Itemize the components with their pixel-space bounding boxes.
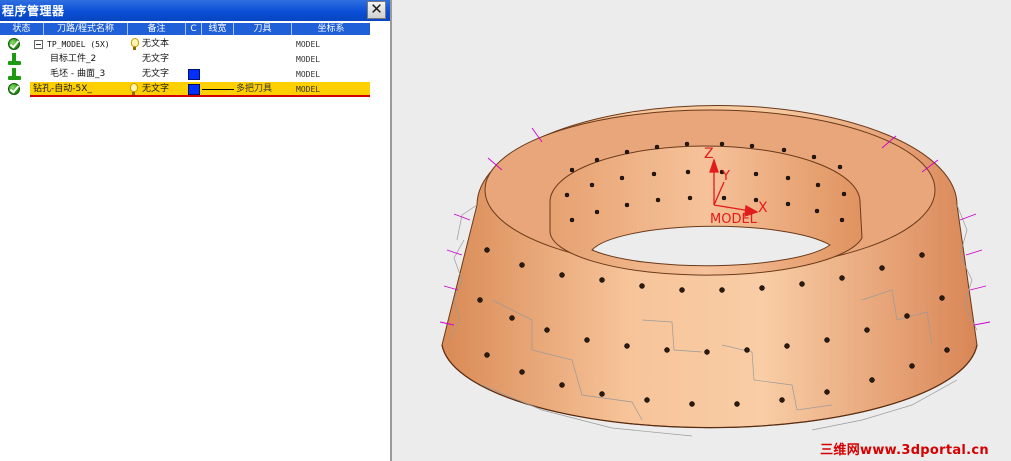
column-header-row: 状态 刀路/程式名称 备注 C 线宽 刀具 坐标系 (0, 23, 370, 35)
close-button[interactable]: ✕ (367, 1, 386, 19)
panel-title-bar[interactable]: 程序管理器 ✕ (0, 0, 390, 21)
program-coord: MODEL (296, 85, 321, 94)
line-width-sample (202, 89, 234, 90)
program-row[interactable]: 毛坯 - 曲面_3 无文字 MODEL (0, 67, 370, 82)
status-ok-icon (8, 38, 20, 50)
program-name: TP_MODEL (5X) (47, 40, 110, 49)
axis-y-label: Y (721, 169, 730, 184)
program-manager-panel: 程序管理器 ✕ 状态 刀路/程式名称 备注 C 线宽 刀具 坐标系 TP_MOD… (0, 0, 392, 461)
program-note: 无文字 (142, 69, 170, 79)
close-icon: ✕ (370, 0, 383, 18)
axis-x-label: X (758, 200, 768, 216)
status-ok-icon (8, 83, 20, 95)
program-coord: MODEL (296, 55, 321, 64)
stock-status-icon (8, 53, 21, 66)
column-header-name[interactable]: 刀路/程式名称 (44, 23, 128, 35)
program-tool: 多把刀具 (236, 84, 273, 94)
axis-z-label: Z (704, 146, 714, 162)
column-header-status[interactable]: 状态 (0, 23, 44, 35)
program-name: 毛坯 - 曲面_3 (50, 69, 106, 79)
watermark-text: 三维网www.3dportal.cn (820, 443, 989, 458)
program-note: 无文字 (142, 54, 170, 64)
panel-title: 程序管理器 (2, 4, 65, 18)
3d-viewport[interactable]: Z Y X MODEL 三维网www.3dportal.cn (392, 0, 1011, 461)
column-header-tool[interactable]: 刀具 (234, 23, 292, 35)
color-swatch[interactable] (188, 69, 200, 80)
column-header-color[interactable]: C (186, 23, 202, 35)
column-header-note[interactable]: 备注 (128, 23, 186, 35)
program-row[interactable]: TP_MODEL (5X) 无文本 MODEL (0, 37, 370, 52)
collapse-toggle-icon[interactable] (34, 40, 43, 49)
ring-model-view[interactable]: Z Y X MODEL (392, 0, 1011, 461)
program-name: 目标工件_2 (50, 54, 97, 64)
program-name: 钻孔-自动-5X_ (33, 84, 92, 94)
bulb-icon[interactable] (131, 38, 139, 50)
program-row-selected[interactable]: 钻孔-自动-5X_ 无文字 多把刀具 MODEL (30, 82, 370, 97)
program-coord: MODEL (296, 40, 321, 49)
program-row[interactable]: 目标工件_2 无文字 MODEL (0, 52, 370, 67)
program-coord: MODEL (296, 70, 321, 79)
column-header-coord[interactable]: 坐标系 (292, 23, 370, 35)
coordinate-system-label: MODEL (710, 212, 758, 227)
bulb-icon[interactable] (130, 83, 138, 95)
column-header-linewidth[interactable]: 线宽 (202, 23, 234, 35)
stock-status-icon (8, 68, 21, 81)
program-note: 无文本 (142, 39, 170, 49)
program-note: 无文字 (142, 84, 170, 94)
color-swatch[interactable] (188, 84, 200, 95)
